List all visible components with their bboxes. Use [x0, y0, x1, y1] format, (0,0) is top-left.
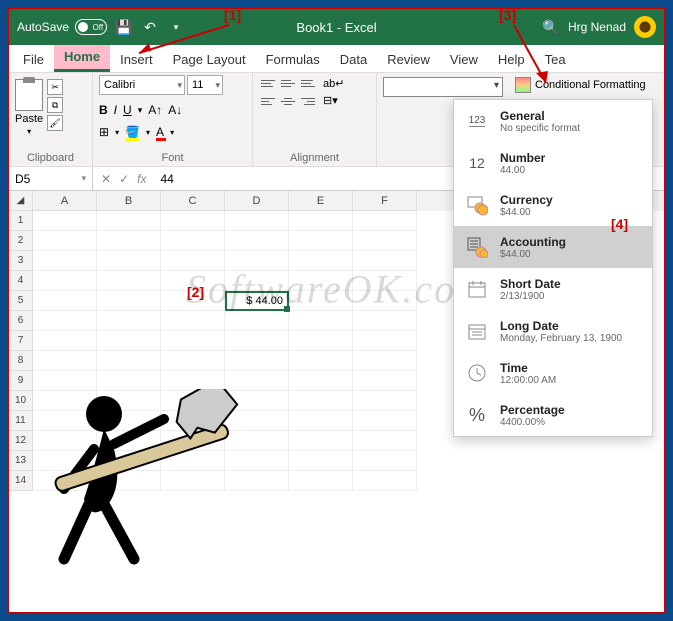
clipboard-group-label: Clipboard	[15, 150, 86, 166]
font-color-icon[interactable]: A	[156, 125, 164, 139]
undo-dropdown-icon[interactable]: ▾	[167, 18, 185, 36]
format-option-accounting[interactable]: Accounting$44.00	[454, 226, 652, 268]
align-center-icon[interactable]	[279, 93, 297, 109]
row-header[interactable]: 13	[9, 451, 33, 471]
row-header[interactable]: 4	[9, 271, 33, 291]
paste-button[interactable]: Paste ▾	[15, 75, 43, 136]
format-option-currency[interactable]: Currency$44.00	[454, 184, 652, 226]
search-icon[interactable]: 🔍	[542, 18, 560, 36]
wrap-text-icon[interactable]: ab↵	[323, 77, 344, 90]
column-header[interactable]: A	[33, 191, 97, 211]
align-top-icon[interactable]	[259, 75, 277, 91]
fx-icon[interactable]: fx	[137, 172, 146, 186]
ribbon-group-clipboard: Paste ▾ ✂ ⧉ 🖌 Clipboard	[9, 73, 93, 166]
align-bottom-icon[interactable]	[299, 75, 317, 91]
row-header[interactable]: 3	[9, 251, 33, 271]
column-header[interactable]: D	[225, 191, 289, 211]
format-option-short-date[interactable]: Short Date2/13/1900	[454, 268, 652, 310]
ribbon-tabs: File Home Insert Page Layout Formulas Da…	[9, 45, 664, 73]
format-option-number[interactable]: 12 Number44.00	[454, 142, 652, 184]
cut-icon[interactable]: ✂	[47, 79, 63, 95]
title-bar: AutoSave Off 💾 ↶ ▾ Book1 - Excel 🔍 Hrg N…	[9, 9, 664, 45]
format-painter-icon[interactable]: 🖌	[47, 115, 63, 131]
column-header[interactable]: E	[289, 191, 353, 211]
general-icon: 123	[464, 108, 490, 134]
borders-icon[interactable]: ⊞	[99, 125, 109, 139]
autosave-control[interactable]: AutoSave Off	[17, 19, 107, 35]
row-header[interactable]: 5	[9, 291, 33, 311]
number-format-combo[interactable]	[383, 77, 503, 97]
select-all-corner[interactable]: ◢	[9, 191, 33, 211]
row-header[interactable]: 12	[9, 431, 33, 451]
user-name[interactable]: Hrg Nenad	[568, 20, 626, 34]
fill-color-icon[interactable]: 🪣	[125, 125, 140, 139]
ribbon-group-alignment: ab↵ ⊟▾ Alignment	[253, 73, 377, 166]
column-header[interactable]: C	[161, 191, 225, 211]
row-header[interactable]: 10	[9, 391, 33, 411]
row-header[interactable]: 11	[9, 411, 33, 431]
accounting-icon	[464, 234, 490, 260]
tab-page-layout[interactable]: Page Layout	[163, 47, 256, 72]
merge-icon[interactable]: ⊟▾	[323, 94, 344, 107]
undo-icon[interactable]: ↶	[141, 18, 159, 36]
long-date-icon	[464, 318, 490, 344]
name-box[interactable]: D5	[9, 167, 93, 190]
tab-file[interactable]: File	[13, 47, 54, 72]
format-option-percentage[interactable]: % Percentage4400.00%	[454, 394, 652, 436]
tab-review[interactable]: Review	[377, 47, 440, 72]
conditional-formatting-button[interactable]: Conditional Formatting	[513, 75, 658, 95]
footer-text: www.SoftwareOK.com :-)	[224, 579, 450, 605]
tab-insert[interactable]: Insert	[110, 47, 163, 72]
conditional-formatting-icon	[515, 77, 531, 93]
align-left-icon[interactable]	[259, 93, 277, 109]
font-group-label: Font	[99, 150, 246, 166]
row-header[interactable]: 7	[9, 331, 33, 351]
user-avatar[interactable]	[634, 16, 656, 38]
font-name-select[interactable]: Calibri	[99, 75, 185, 95]
ribbon-group-font: Calibri 11 B I U ▾ A↑ A↓ ⊞▾ 🪣▾ A▾ Font	[93, 73, 253, 166]
currency-icon	[464, 192, 490, 218]
clipboard-icon	[15, 79, 43, 111]
tab-formulas[interactable]: Formulas	[256, 47, 330, 72]
row-header[interactable]: 6	[9, 311, 33, 331]
time-icon	[464, 360, 490, 386]
align-right-icon[interactable]	[299, 93, 317, 109]
enter-icon[interactable]: ✓	[119, 172, 129, 186]
format-option-long-date[interactable]: Long DateMonday, February 13, 1900	[454, 310, 652, 352]
window-title: Book1 - Excel	[296, 20, 376, 35]
row-header[interactable]: 8	[9, 351, 33, 371]
alignment-group-label: Alignment	[259, 150, 370, 166]
row-header[interactable]: 2	[9, 231, 33, 251]
tab-home[interactable]: Home	[54, 44, 110, 72]
increase-font-icon[interactable]: A↑	[148, 103, 162, 117]
row-headers: ◢ 1 2 3 4 5 6 7 8 9 10 11 12 13 14	[9, 191, 33, 491]
number-format-dropdown: 123 GeneralNo specific format 12 Number4…	[453, 99, 653, 437]
tab-help[interactable]: Help	[488, 47, 535, 72]
tab-view[interactable]: View	[440, 47, 488, 72]
bold-button[interactable]: B	[99, 103, 108, 117]
italic-button[interactable]: I	[114, 103, 117, 117]
font-size-select[interactable]: 11	[187, 75, 223, 95]
row-header[interactable]: 9	[9, 371, 33, 391]
format-option-general[interactable]: 123 GeneralNo specific format	[454, 100, 652, 142]
save-icon[interactable]: 💾	[115, 18, 133, 36]
align-middle-icon[interactable]	[279, 75, 297, 91]
autosave-label: AutoSave	[17, 20, 69, 34]
row-header[interactable]: 14	[9, 471, 33, 491]
number-icon: 12	[464, 150, 490, 176]
tab-team[interactable]: Tea	[535, 47, 576, 72]
percentage-icon: %	[464, 402, 490, 428]
column-header[interactable]: F	[353, 191, 417, 211]
selected-cell[interactable]: $ 44.00	[225, 291, 289, 311]
column-header[interactable]: B	[97, 191, 161, 211]
row-header[interactable]: 1	[9, 211, 33, 231]
underline-button[interactable]: U	[123, 103, 132, 117]
tab-data[interactable]: Data	[330, 47, 377, 72]
copy-icon[interactable]: ⧉	[47, 97, 63, 113]
cancel-icon[interactable]: ✕	[101, 172, 111, 186]
format-option-time[interactable]: Time12:00:00 AM	[454, 352, 652, 394]
autosave-toggle[interactable]: Off	[75, 19, 107, 35]
short-date-icon	[464, 276, 490, 302]
decrease-font-icon[interactable]: A↓	[168, 103, 182, 117]
